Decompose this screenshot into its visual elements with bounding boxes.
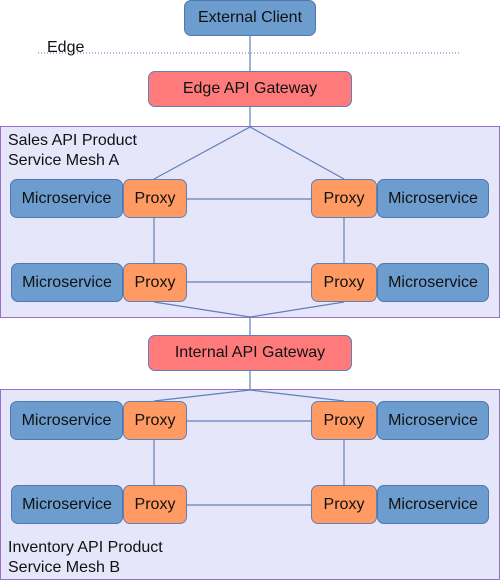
edge-api-gateway-node[interactable]: Edge API Gateway	[148, 71, 352, 107]
mesh-b-proxy-bottom-left[interactable]: Proxy	[123, 485, 187, 524]
connector-mesh-b-proxy-top-right	[249, 389, 345, 402]
mesh-a-title-line2: Service Mesh A	[8, 152, 120, 169]
mesh-a-proxy-top-right[interactable]: Proxy	[311, 179, 377, 218]
mesh-a-microservice-top-right[interactable]: Microservice	[377, 179, 489, 218]
mesh-a-proxy-bottom-left[interactable]: Proxy	[123, 263, 187, 302]
connector-mesh-b-proxy-top-left	[153, 389, 251, 402]
mesh-a-title-line1: Sales API Product	[8, 132, 137, 149]
mesh-b-title-line2: Service Mesh B	[8, 559, 121, 576]
mesh-a-proxy-top-left[interactable]: Proxy	[123, 179, 187, 218]
internal-api-gateway-node[interactable]: Internal API Gateway	[148, 335, 352, 371]
mesh-a-proxy-bottom-right[interactable]: Proxy	[311, 263, 377, 302]
mesh-b-proxy-top-right[interactable]: Proxy	[311, 401, 377, 440]
mesh-b-microservice-top-right[interactable]: Microservice	[377, 401, 489, 440]
mesh-b-proxy-bottom-right[interactable]: Proxy	[311, 485, 377, 524]
external-client-node[interactable]: External Client	[184, 0, 316, 36]
connector-mesh-a-proxy-top-right	[249, 126, 345, 180]
mesh-a-microservice-bottom-left[interactable]: Microservice	[11, 263, 123, 302]
mesh-b-microservice-top-left[interactable]: Microservice	[10, 401, 123, 440]
connector-mesh-a-bottom-right	[249, 301, 345, 318]
connector-mesh-a-proxy-top-left	[153, 126, 251, 180]
mesh-b-title-line1: Inventory API Product	[8, 539, 163, 556]
mesh-a-microservice-top-left[interactable]: Microservice	[10, 179, 123, 218]
mesh-b-microservice-bottom-left[interactable]: Microservice	[11, 485, 123, 524]
mesh-b-proxy-top-left[interactable]: Proxy	[123, 401, 187, 440]
edge-boundary-label: Edge	[47, 39, 85, 56]
connector-mesh-a-bottom-left	[153, 301, 251, 318]
mesh-a-microservice-bottom-right[interactable]: Microservice	[377, 263, 489, 302]
mesh-b-microservice-bottom-right[interactable]: Microservice	[377, 485, 489, 524]
